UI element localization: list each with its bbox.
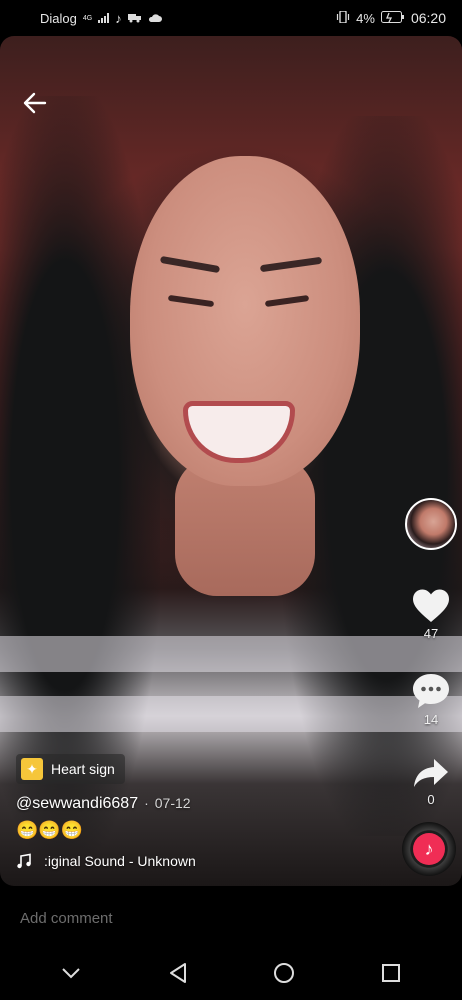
share-arrow-icon <box>414 759 448 787</box>
cloud-icon <box>148 11 162 26</box>
sparkle-wand-icon: ✦ <box>21 758 43 780</box>
status-right: 4% 06:20 <box>336 9 446 26</box>
circle-home-icon <box>274 963 295 983</box>
sound-disc[interactable]: ♪ <box>402 822 456 876</box>
nav-collapse-button[interactable] <box>51 953 91 993</box>
heart-icon <box>413 589 449 622</box>
author-line: @sewwandi6687 · 07-12 <box>16 795 191 813</box>
sound-line[interactable]: :iginal Sound - Unknown <box>16 853 196 869</box>
signal-icon <box>98 13 110 23</box>
author-avatar[interactable] <box>405 498 457 550</box>
back-arrow-icon <box>23 92 47 114</box>
music-note-icon <box>17 853 31 869</box>
system-nav-bar <box>0 946 462 1000</box>
post-date: 07-12 <box>154 795 191 811</box>
share-count: 0 <box>427 792 435 807</box>
network-type: 4G <box>82 14 93 22</box>
effect-chip[interactable]: ✦ Heart sign <box>16 754 125 784</box>
add-comment-input[interactable]: Add comment <box>0 896 462 940</box>
video-frame-shirt-stripe <box>0 696 462 732</box>
nav-home-button[interactable] <box>264 953 304 993</box>
status-left: Dialog 4G ♪ <box>40 11 162 26</box>
battery-percent: 4% <box>356 10 375 26</box>
triangle-back-icon <box>169 963 186 983</box>
nav-recents-button[interactable] <box>371 953 411 993</box>
carrier-name: Dialog <box>40 10 77 26</box>
music-note-icon: ♪ <box>413 833 445 865</box>
video-caption: 😁😁😁 <box>16 820 84 840</box>
like-count: 47 <box>423 626 439 641</box>
comment-count: 14 <box>423 712 439 727</box>
comment-button[interactable]: 14 <box>402 672 460 727</box>
chevron-down-icon <box>62 968 80 979</box>
add-comment-placeholder: Add comment <box>20 909 113 927</box>
tiktok-notification-icon: ♪ <box>115 10 122 26</box>
sound-name: :iginal Sound - Unknown <box>44 853 196 869</box>
clock: 06:20 <box>410 10 446 26</box>
effect-label: Heart sign <box>51 761 115 777</box>
truck-notification-icon <box>127 11 142 26</box>
date-separator: · <box>144 795 149 811</box>
status-bar: Dialog 4G ♪ 4% 06:20 <box>0 0 462 36</box>
video-frame-shirt-stripe <box>0 636 462 672</box>
nav-back-button[interactable] <box>158 953 198 993</box>
like-button[interactable]: 47 <box>402 588 460 641</box>
video-frame-hair-left <box>0 96 160 856</box>
comment-bubble-icon <box>413 674 449 708</box>
vibrate-icon <box>336 9 350 26</box>
battery-icon <box>380 10 405 26</box>
square-recents-icon <box>381 964 400 982</box>
back-button[interactable] <box>18 86 52 120</box>
share-button[interactable]: 0 <box>402 756 460 807</box>
author-username[interactable]: @sewwandi6687 <box>16 795 138 813</box>
video-player[interactable]: 47 14 0 ✦ Heart sign @sewwandi6687 · 07-… <box>0 36 462 886</box>
